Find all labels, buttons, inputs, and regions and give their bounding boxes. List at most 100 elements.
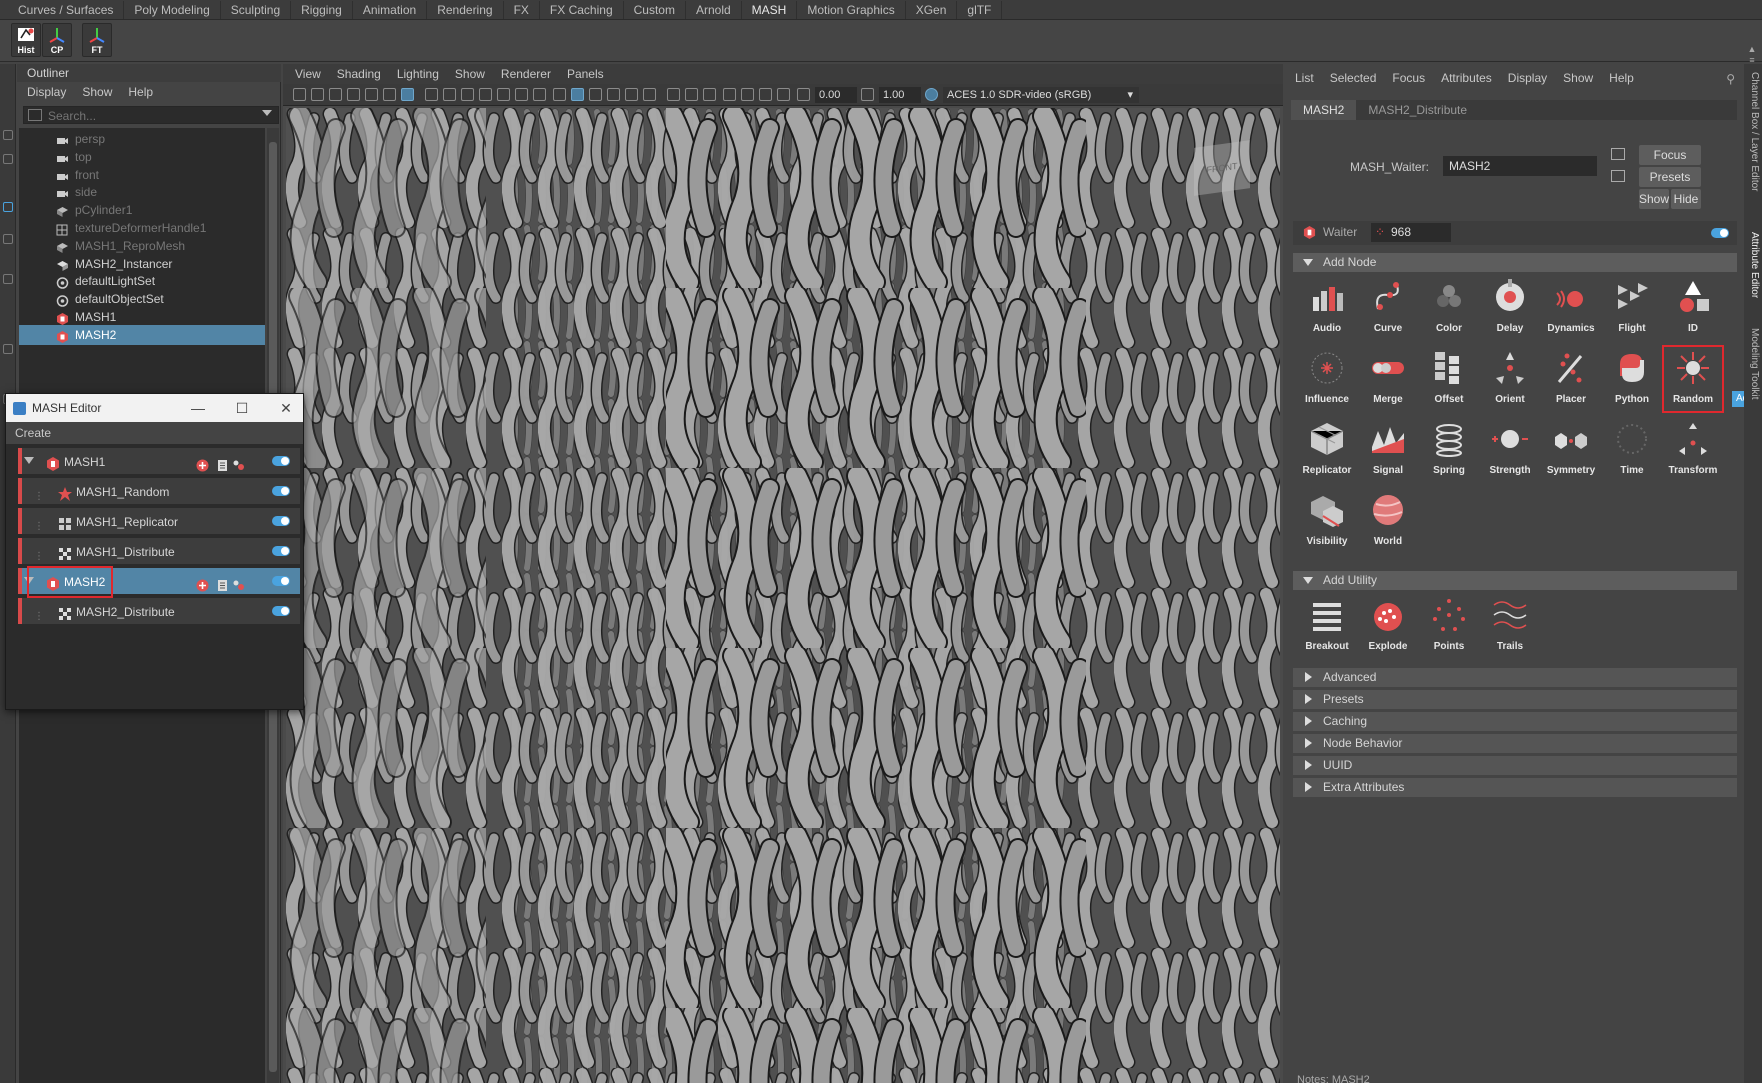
shelf-tab-animation[interactable]: Animation <box>353 0 428 19</box>
pan-zoom-icon[interactable] <box>401 88 414 101</box>
ae-menu-help[interactable]: Help <box>1609 64 1634 92</box>
drag-handle-icon[interactable]: ⋮ <box>34 514 44 540</box>
resolution-gate-icon[interactable] <box>461 88 474 101</box>
field-chart-icon[interactable] <box>497 88 510 101</box>
node-button-color[interactable]: Color <box>1419 275 1479 341</box>
viewport-canvas[interactable]: FRONT <box>286 108 1280 1083</box>
outliner-icon[interactable] <box>216 455 229 471</box>
node-button-influence[interactable]: Influence <box>1297 346 1357 412</box>
shelf-tab-curves-surfaces[interactable]: Curves / Surfaces <box>8 0 125 19</box>
viewport-menu-renderer[interactable]: Renderer <box>501 64 551 84</box>
node-button-symmetry[interactable]: Symmetry <box>1541 417 1601 483</box>
mash-network-row[interactable]: MASH1 <box>18 448 300 476</box>
xray-components-icon[interactable] <box>777 88 790 101</box>
node-button-spring[interactable]: Spring <box>1419 417 1479 483</box>
viewport-menu-show[interactable]: Show <box>455 64 485 84</box>
section-header-extra-attributes[interactable]: Extra Attributes <box>1293 778 1737 797</box>
outliner-item[interactable]: MASH2 <box>19 324 265 345</box>
shelf-tab-poly-modeling[interactable]: Poly Modeling <box>124 0 221 19</box>
2d-pan-icon[interactable] <box>383 88 396 101</box>
outliner-menu-help[interactable]: Help <box>128 83 153 101</box>
shelf-tab-motion-graphics[interactable]: Motion Graphics <box>797 0 906 19</box>
mash-node-row[interactable]: ⋮ MASH1_Distribute <box>18 538 300 566</box>
section-header-presets[interactable]: Presets <box>1293 690 1737 709</box>
outliner-menu-display[interactable]: Display <box>27 83 66 101</box>
select-tool-icon[interactable] <box>3 130 13 140</box>
mash-editor-menu-create[interactable]: Create <box>15 426 51 440</box>
shelf-tab-gltf[interactable]: glTF <box>957 0 1003 19</box>
safe-action-icon[interactable] <box>515 88 528 101</box>
node-enable-toggle[interactable] <box>272 546 290 556</box>
add-node-icon[interactable] <box>196 455 209 472</box>
gamma-field[interactable]: 1.00 <box>879 87 921 103</box>
shelf-tab-fx[interactable]: FX <box>504 0 540 19</box>
shelf-tab-fx-caching[interactable]: FX Caching <box>540 0 624 19</box>
ambient-occlusion-icon[interactable] <box>667 88 680 101</box>
mash-editor-titlebar[interactable]: MASH Editor — ☐ ✕ <box>6 394 303 422</box>
section-header-uuid[interactable]: UUID <box>1293 756 1737 775</box>
tab-modeling-toolkit[interactable]: Modeling Toolkit <box>1746 328 1760 400</box>
tab-mash2[interactable]: MASH2 <box>1291 100 1357 120</box>
presets-button[interactable]: Presets <box>1639 167 1701 187</box>
shadows-icon[interactable] <box>643 88 656 101</box>
ae-menu-show[interactable]: Show <box>1563 64 1593 92</box>
gamma-icon[interactable] <box>861 88 874 101</box>
node-button-offset[interactable]: Offset <box>1419 346 1479 412</box>
shelf-tab-rigging[interactable]: Rigging <box>291 0 353 19</box>
points-icon[interactable] <box>232 455 245 470</box>
node-button-time[interactable]: Time <box>1602 417 1662 483</box>
exposure-field[interactable]: 0.00 <box>815 87 857 103</box>
viewport-menu-panels[interactable]: Panels <box>567 64 604 84</box>
smooth-shade-icon[interactable] <box>571 88 584 101</box>
filter-icon[interactable] <box>28 109 42 121</box>
shelf-tab-custom[interactable]: Custom <box>624 0 686 19</box>
points-icon[interactable] <box>232 575 245 590</box>
node-enable-toggle[interactable] <box>272 576 290 586</box>
tab-channel-box[interactable]: Channel Box / Layer Editor <box>1746 72 1760 192</box>
node-button-world[interactable]: World <box>1358 488 1418 554</box>
node-button-flight[interactable]: Flight <box>1602 275 1662 341</box>
waiter-name-field[interactable] <box>1443 156 1597 176</box>
shelf-tab-sculpting[interactable]: Sculpting <box>221 0 292 19</box>
scale-tool-icon[interactable] <box>3 274 13 284</box>
image-plane-icon[interactable] <box>347 88 360 101</box>
add-node-icon[interactable] <box>196 575 209 592</box>
add-utility-section-header[interactable]: Add Utility <box>1293 571 1737 590</box>
node-button-replicator[interactable]: Replicator <box>1297 417 1357 483</box>
select-node-icon[interactable] <box>1611 148 1625 160</box>
layout-icon[interactable] <box>3 344 13 354</box>
ae-menu-selected[interactable]: Selected <box>1330 64 1377 92</box>
node-button-breakout[interactable]: Breakout <box>1297 593 1357 659</box>
maximize-icon[interactable]: ☐ <box>234 400 250 416</box>
rotate-tool-icon[interactable] <box>3 234 13 244</box>
mash-node-row[interactable]: ⋮ MASH1_Random <box>18 478 300 506</box>
ae-menu-display[interactable]: Display <box>1508 64 1547 92</box>
minimize-icon[interactable]: — <box>190 400 206 416</box>
show-button[interactable]: Show <box>1639 189 1669 209</box>
node-button-delay[interactable]: Delay <box>1480 275 1540 341</box>
color-management-icon[interactable] <box>925 88 938 101</box>
motion-blur-icon[interactable] <box>685 88 698 101</box>
section-header-caching[interactable]: Caching <box>1293 712 1737 731</box>
node-button-random[interactable]: Random <box>1662 345 1724 413</box>
textured-icon[interactable] <box>607 88 620 101</box>
mash-node-row[interactable]: ⋮ MASH2_Distribute <box>18 598 300 626</box>
camera-icon[interactable] <box>293 88 306 101</box>
center-pivot-button[interactable]: CP <box>42 23 72 57</box>
shelf-tab-rendering[interactable]: Rendering <box>427 0 504 19</box>
gate-mask-icon[interactable] <box>479 88 492 101</box>
film-gate-icon[interactable] <box>443 88 456 101</box>
node-button-signal[interactable]: Signal <box>1358 417 1418 483</box>
isolate-select-icon[interactable] <box>723 88 736 101</box>
lasso-tool-icon[interactable] <box>3 154 13 164</box>
node-button-points[interactable]: Points <box>1419 593 1479 659</box>
section-header-node-behavior[interactable]: Node Behavior <box>1293 734 1737 753</box>
antialiasing-icon[interactable] <box>703 88 716 101</box>
viewport-menu-lighting[interactable]: Lighting <box>397 64 439 84</box>
node-button-strength[interactable]: Strength <box>1480 417 1540 483</box>
freeze-transform-button[interactable]: FT <box>82 23 112 57</box>
history-button[interactable]: Hist <box>11 23 41 57</box>
waiter-enable-toggle[interactable] <box>1711 228 1729 238</box>
xray-joints-icon[interactable] <box>759 88 772 101</box>
node-button-explode[interactable]: Explode <box>1358 593 1418 659</box>
